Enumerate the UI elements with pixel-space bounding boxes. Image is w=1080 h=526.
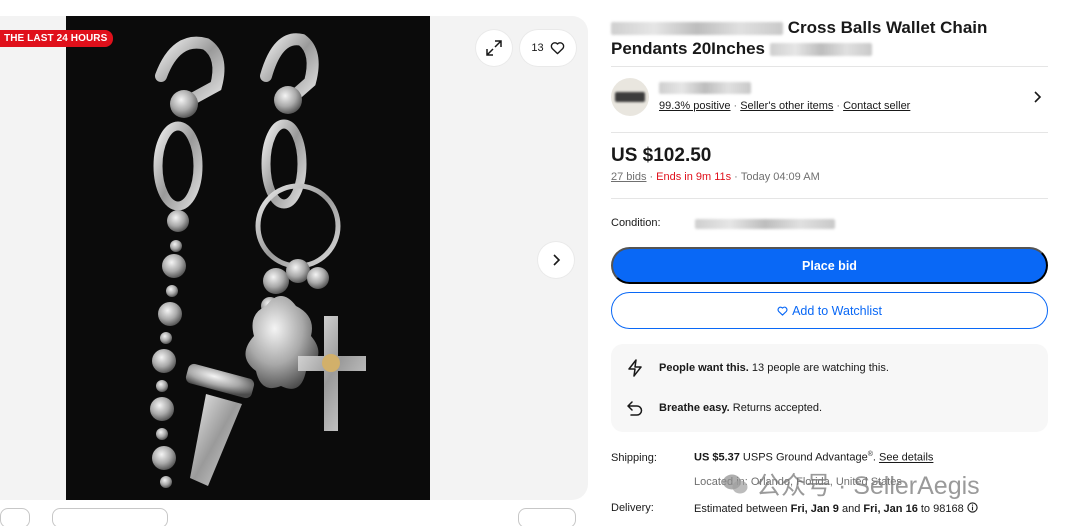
return-arrow-icon [627, 401, 643, 416]
expand-image-button[interactable] [476, 30, 512, 66]
highlight-detail: Returns accepted. [729, 402, 823, 414]
highlight-detail: 13 people are watching this. [748, 362, 889, 374]
shipping-cost: US $5.37 [694, 451, 740, 464]
watch-count-button[interactable]: 13 [520, 30, 576, 66]
place-bid-label: Place bid [802, 258, 857, 273]
highlight-row: People want this. 13 people are watching… [625, 358, 889, 378]
next-image-button[interactable] [538, 242, 574, 278]
heart-icon [550, 42, 564, 55]
current-price: US $102.50 [611, 145, 712, 166]
redacted-text [769, 43, 872, 57]
separator: · [649, 171, 654, 183]
seller-card[interactable]: 99.3% positive · Seller's other items · Cont… [611, 76, 1048, 120]
see-details-link[interactable]: See details [879, 452, 933, 464]
shipping-info: US $5.37 USPS Ground Advantage®. See det… [694, 451, 934, 464]
watermark: 公众号 · SellerAegis [722, 466, 980, 502]
heart-icon [777, 306, 788, 316]
seller-name-redacted[interactable] [659, 82, 751, 94]
highlight-text: People want this. 13 people are watching… [659, 362, 889, 374]
thumbnail[interactable] [0, 508, 30, 526]
delivery-date-start: Fri, Jan 9 [790, 503, 839, 515]
delivery-zip: to 98168 [917, 503, 967, 515]
separator: · [734, 171, 738, 183]
lightning-icon [628, 359, 642, 377]
end-time: Today 04:09 AM [740, 171, 820, 183]
ending-soon-badge: THE LAST 24 HOURS [0, 30, 114, 47]
thumbnail[interactable] [52, 508, 168, 526]
time-left: Ends in 9m 11s [656, 171, 732, 183]
product-photo[interactable] [66, 16, 430, 500]
highlight-text: Breathe easy. Returns accepted. [659, 402, 822, 414]
watermark-text: 公众号 · SellerAegis [756, 472, 980, 500]
listing-title-text-line2: Pendants 20Inches [611, 39, 766, 58]
watch-count: 13 [531, 42, 544, 54]
delivery-label: Delivery: [611, 502, 654, 514]
seller-feedback-link[interactable]: 99.3% positive [659, 100, 731, 112]
bid-status: 27 bids · Ends in 9m 11s · Today 04:09 AM [611, 171, 820, 183]
separator: · [733, 100, 738, 112]
highlight-bold: Breathe easy. [659, 402, 730, 414]
chevron-right-icon[interactable] [1032, 90, 1044, 104]
listing-title-text: Cross Balls Wallet Chain [787, 18, 988, 37]
separator: · [836, 100, 841, 112]
delivery-prefix: Estimated between [694, 503, 791, 515]
image-gallery: THE LAST 24 HOURS 13 [0, 16, 588, 500]
highlight-row: Breathe easy. Returns accepted. [625, 398, 822, 418]
info-icon[interactable] [967, 502, 978, 513]
divider [611, 132, 1048, 133]
bids-link[interactable]: 27 bids [611, 171, 646, 183]
listing-title: Cross Balls Wallet Chain Pendants 20Inch… [611, 17, 1048, 59]
wallet-chain-image [66, 16, 430, 500]
seller-avatar[interactable] [611, 78, 649, 116]
chevron-right-icon [553, 254, 561, 266]
highlight-bold: People want this. [659, 362, 749, 374]
chat-logo-icon [723, 474, 748, 494]
condition-value-redacted [695, 219, 835, 229]
redacted-text [611, 22, 783, 36]
add-to-watchlist-button[interactable]: Add to Watchlist [611, 292, 1048, 329]
contact-seller-link[interactable]: Contact seller [843, 100, 910, 112]
condition-label: Condition: [611, 217, 661, 229]
shipping-service: USPS Ground Advantage [739, 451, 868, 464]
thumbnail[interactable] [518, 508, 576, 526]
place-bid-button[interactable]: Place bid [611, 247, 1048, 284]
seller-links: 99.3% positive · Seller's other items · Cont… [659, 100, 910, 112]
divider [611, 66, 1048, 67]
delivery-estimate: Estimated between Fri, Jan 9 and Fri, Ja… [694, 502, 978, 515]
expand-icon [486, 40, 502, 56]
delivery-date-end: Fri, Jan 16 [863, 503, 918, 515]
seller-other-items-link[interactable]: Seller's other items [740, 100, 833, 112]
shipping-label: Shipping: [611, 452, 657, 464]
divider [611, 198, 1048, 199]
delivery-and: and [838, 503, 864, 515]
highlights-box: People want this. 13 people are watching… [611, 344, 1048, 432]
watchlist-label: Add to Watchlist [792, 303, 882, 318]
